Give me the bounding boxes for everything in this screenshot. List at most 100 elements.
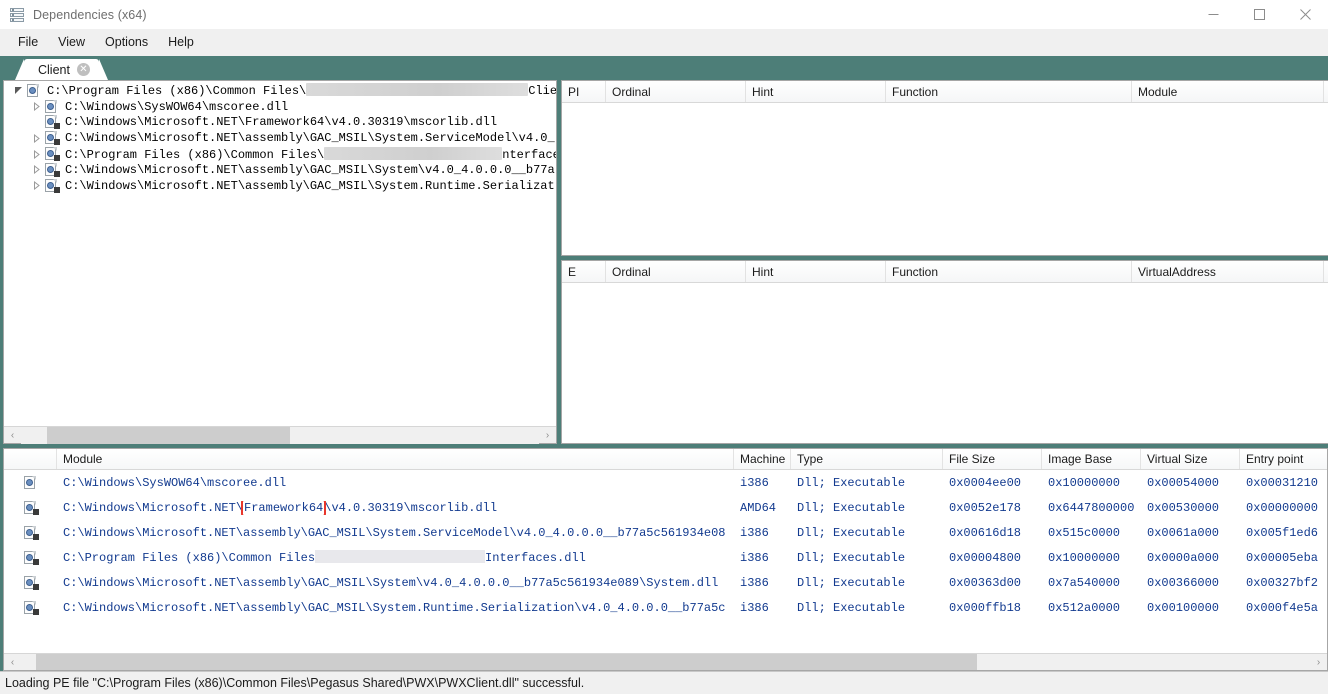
exports-list-header[interactable]: E Ordinal Hint Function VirtualAddress	[562, 261, 1328, 283]
modules-column-header[interactable]: Virtual Size	[1141, 449, 1240, 469]
module-path-suffix: \v4.0.30319\mscorlib.dll	[324, 500, 498, 515]
modules-column-header[interactable]: Module	[57, 449, 734, 469]
module-entry-point-cell: 0x000f4e5a	[1246, 600, 1319, 615]
dependency-tree[interactable]: C:\Program Files (x86)\Common Files\ Clie…	[4, 81, 556, 426]
redacted-region	[315, 550, 486, 563]
module-image-base-cell: 0x10000000	[1048, 475, 1121, 490]
tree-horizontal-scrollbar[interactable]: ‹ ›	[4, 426, 556, 444]
exports-list-body[interactable]	[562, 283, 1328, 443]
title-bar: Dependencies (x64)	[0, 0, 1328, 29]
modules-column-header[interactable]: Entry point	[1240, 449, 1327, 469]
tree-node-label: C:\Program Files (x86)\Common Files\ Clie…	[47, 83, 556, 98]
imports-column-header[interactable]: PI	[562, 81, 606, 102]
imports-list-body[interactable]	[562, 103, 1328, 255]
tree-node[interactable]: C:\Windows\SysWOW64\mscoree.dll	[4, 99, 556, 115]
tab-client[interactable]: Client ✕	[15, 59, 108, 80]
tree-node[interactable]: C:\Program Files (x86)\Common Files\ Clie…	[4, 83, 556, 99]
menu-item-file[interactable]: File	[8, 31, 48, 54]
tree-scroll-thumb[interactable]	[46, 426, 291, 444]
chevron-right-icon[interactable]	[28, 131, 44, 146]
dll-module-icon	[23, 475, 38, 490]
table-row[interactable]: C:\Windows\Microsoft.NET\assembly\GAC_MS…	[4, 595, 1327, 620]
dotnet-module-icon	[23, 600, 39, 615]
scroll-left-icon[interactable]: ‹	[4, 654, 21, 671]
tree-node-label: C:\Windows\Microsoft.NET\assembly\GAC_MS…	[65, 162, 555, 177]
module-type-cell: Dll; Executable	[797, 500, 906, 515]
modules-horizontal-scrollbar[interactable]: ‹ ›	[4, 653, 1327, 670]
dotnet-node-icon	[44, 115, 60, 130]
upper-region: C:\Program Files (x86)\Common Files\ Clie…	[0, 80, 1328, 444]
modules-column-header[interactable]	[4, 449, 57, 469]
table-row[interactable]: C:\Windows\Microsoft.NET\assembly\GAC_MS…	[4, 570, 1327, 595]
scroll-right-icon[interactable]: ›	[1310, 654, 1327, 671]
dotnet-node-icon	[44, 162, 60, 177]
chevron-right-icon[interactable]	[28, 147, 44, 162]
exports-column-header[interactable]: VirtualAddress	[1132, 261, 1324, 282]
menu-item-view[interactable]: View	[48, 31, 95, 54]
tree-node[interactable]: C:\Windows\Microsoft.NET\Framework64\v4.…	[4, 115, 556, 131]
tree-node[interactable]: C:\Windows\Microsoft.NET\assembly\GAC_MS…	[4, 178, 556, 194]
imports-column-header[interactable]: Hint	[746, 81, 886, 102]
tree-node-path-suffix: Client.dll	[528, 84, 556, 99]
imports-list-header[interactable]: PI Ordinal Hint Function Module	[562, 81, 1328, 103]
chevron-right-icon[interactable]	[28, 99, 44, 114]
table-row[interactable]: C:\Program Files (x86)\Common Files Inter…	[4, 545, 1327, 570]
module-path-prefix: C:\Windows\Microsoft.NET\assembly\GAC_MS…	[63, 525, 726, 540]
tree-node[interactable]: C:\Program Files (x86)\Common Files\ nter…	[4, 146, 556, 162]
scroll-right-icon[interactable]: ›	[539, 427, 556, 444]
dotnet-node-icon	[44, 147, 60, 162]
modules-scroll-track[interactable]	[21, 653, 1310, 670]
tree-node[interactable]: C:\Windows\Microsoft.NET\assembly\GAC_MS…	[4, 130, 556, 146]
tree-scroll-track[interactable]	[21, 426, 539, 444]
imports-column-header[interactable]: Module	[1132, 81, 1324, 102]
table-row[interactable]: C:\Windows\Microsoft.NET\assembly\GAC_MS…	[4, 520, 1327, 545]
module-image-base-cell: 0x10000000	[1048, 550, 1121, 565]
minimize-button[interactable]	[1190, 0, 1236, 29]
status-bar: Loading PE file "C:\Program Files (x86)\…	[0, 671, 1328, 694]
tree-node-label: C:\Program Files (x86)\Common Files\ nter…	[65, 146, 556, 162]
menu-item-options[interactable]: Options	[95, 31, 158, 54]
module-type-cell: Dll; Executable	[797, 550, 906, 565]
modules-column-header[interactable]: Image Base	[1042, 449, 1141, 469]
module-virtual-size-cell: 0x0000a000	[1147, 550, 1220, 565]
modules-list-body[interactable]: C:\Windows\SysWOW64\mscoree.dll i386 Dll; …	[4, 470, 1327, 653]
chevron-right-icon[interactable]	[28, 162, 44, 177]
exports-column-header[interactable]: Hint	[746, 261, 886, 282]
exports-column-header[interactable]: E	[562, 261, 606, 282]
exports-column-filler	[1324, 261, 1328, 282]
exports-column-header[interactable]: Function	[886, 261, 1132, 282]
modules-scroll-thumb[interactable]	[36, 653, 978, 670]
module-virtual-size-cell: 0x00100000	[1147, 600, 1220, 615]
tree-node-label: C:\Windows\Microsoft.NET\assembly\GAC_MS…	[65, 131, 555, 146]
module-file-size-cell: 0x000ffb18	[949, 600, 1022, 615]
module-path-prefix: C:\Program Files (x86)\Common Files	[63, 551, 316, 565]
tree-node[interactable]: C:\Windows\Microsoft.NET\assembly\GAC_MS…	[4, 162, 556, 178]
module-path-prefix: C:\Windows\SysWOW64\mscoree.dll	[63, 475, 287, 490]
table-row[interactable]: C:\Windows\Microsoft.NET\Framework64\v4.…	[4, 495, 1327, 520]
right-lists-region: PI Ordinal Hint Function Module E Ordinal Hint…	[561, 80, 1328, 444]
module-image-base-cell: 0x512a0000	[1048, 600, 1121, 615]
modules-column-header[interactable]: Type	[791, 449, 943, 469]
module-entry-point-cell: 0x00327bf2	[1246, 575, 1319, 590]
close-icon[interactable]: ✕	[76, 63, 90, 76]
main-content: C:\Program Files (x86)\Common Files\ Clie…	[0, 80, 1328, 671]
scroll-left-icon[interactable]: ‹	[4, 427, 21, 444]
close-button[interactable]	[1282, 0, 1328, 29]
chevron-right-icon[interactable]	[28, 178, 44, 193]
menu-bar: File View Options Help	[0, 29, 1328, 56]
imports-column-header[interactable]: Function	[886, 81, 1132, 102]
chevron-down-icon[interactable]	[10, 83, 26, 98]
module-path-prefix: C:\Windows\Microsoft.NET\assembly\GAC_MS…	[63, 575, 719, 590]
modules-column-header[interactable]: Machine	[734, 449, 791, 469]
table-row[interactable]: C:\Windows\SysWOW64\mscoree.dll i386 Dll; …	[4, 470, 1327, 495]
maximize-button[interactable]	[1236, 0, 1282, 29]
exports-column-header[interactable]: Ordinal	[606, 261, 746, 282]
module-virtual-size-cell: 0x00054000	[1147, 475, 1220, 490]
menu-item-help[interactable]: Help	[158, 31, 204, 54]
modules-column-header[interactable]: File Size	[943, 449, 1042, 469]
module-type-cell: Dll; Executable	[797, 475, 906, 490]
modules-list-header[interactable]: Module Machine Type File Size Image Base Virt…	[4, 449, 1327, 470]
module-machine-cell: i386	[740, 550, 769, 565]
imports-column-header[interactable]: Ordinal	[606, 81, 746, 102]
